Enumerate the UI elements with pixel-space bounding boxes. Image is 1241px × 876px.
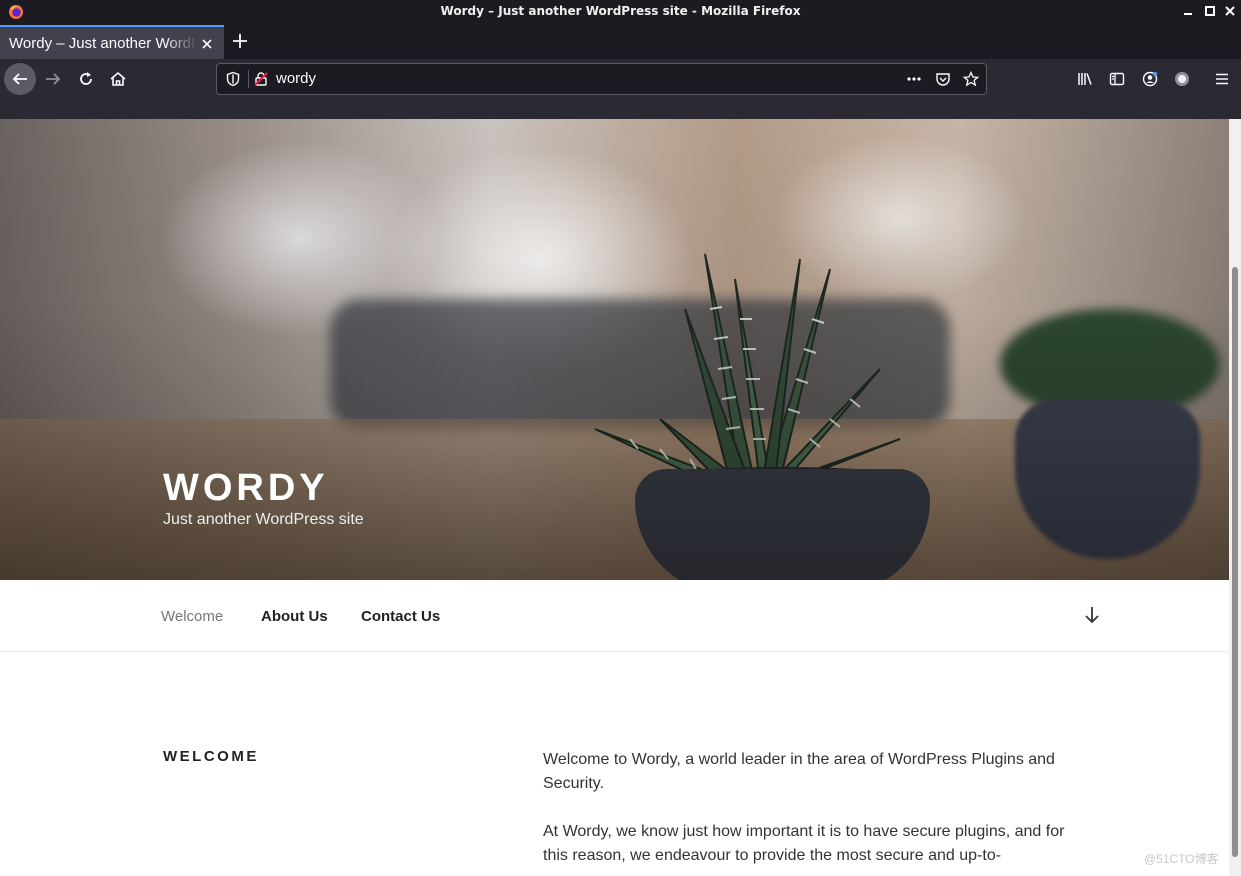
page-scrollbar[interactable] bbox=[1229, 119, 1241, 876]
back-button[interactable] bbox=[4, 63, 36, 95]
url-text[interactable]: wordy bbox=[276, 70, 316, 87]
sidebar-icon[interactable] bbox=[1109, 71, 1125, 87]
library-icon[interactable] bbox=[1077, 71, 1093, 87]
tab-label-fade bbox=[165, 29, 197, 57]
watermark: @51CTO博客 bbox=[1144, 852, 1219, 866]
pocket-icon[interactable] bbox=[935, 71, 951, 87]
maximize-icon[interactable] bbox=[1202, 3, 1218, 19]
menu-item-contact-us[interactable]: Contact Us bbox=[361, 608, 440, 625]
toolbar-bottom-area bbox=[0, 99, 1241, 119]
window-close-icon[interactable] bbox=[1222, 3, 1238, 19]
site-title[interactable]: WORDY bbox=[163, 467, 329, 510]
menu-item-about-us[interactable]: About Us bbox=[261, 608, 328, 625]
arrow-down-icon[interactable] bbox=[1083, 605, 1101, 625]
content-paragraph: At Wordy, we know just how important it … bbox=[543, 823, 1065, 864]
tracking-protection-shield-icon[interactable] bbox=[225, 71, 241, 87]
hamburger-menu-icon[interactable] bbox=[1214, 71, 1230, 87]
forward-button[interactable] bbox=[37, 63, 69, 95]
address-bar[interactable]: wordy bbox=[216, 63, 987, 95]
home-button[interactable] bbox=[102, 63, 134, 95]
content-paragraph: Welcome to Wordy, a world leader in the … bbox=[543, 751, 1055, 792]
header-hero-image: WORDY Just another WordPress site bbox=[0, 119, 1229, 580]
scrollbar-thumb[interactable] bbox=[1232, 267, 1238, 857]
new-tab-icon[interactable] bbox=[231, 32, 249, 50]
account-icon[interactable] bbox=[1142, 71, 1158, 87]
arrow-right-icon bbox=[46, 73, 61, 85]
close-tab-icon[interactable] bbox=[199, 36, 215, 52]
window-title: Wordy – Just another WordPress site - Mo… bbox=[440, 4, 801, 18]
page-content: WELCOME Welcome to Wordy, a world leader… bbox=[0, 652, 1229, 876]
site-navigation: Welcome About Us Contact Us bbox=[0, 580, 1229, 652]
bookmark-star-icon[interactable] bbox=[963, 71, 979, 87]
home-icon bbox=[110, 71, 126, 86]
arrow-left-icon bbox=[12, 73, 27, 85]
tab-wordy[interactable]: Wordy – Just another WordPress site bbox=[0, 25, 224, 59]
urlbar-separator bbox=[248, 70, 249, 88]
extension-icon[interactable] bbox=[1174, 71, 1190, 87]
navigation-toolbar: wordy bbox=[0, 59, 1241, 99]
page-actions-ellipsis-icon[interactable] bbox=[906, 71, 922, 87]
minimize-icon[interactable] bbox=[1180, 3, 1196, 19]
site-description: Just another WordPress site bbox=[163, 511, 364, 528]
page-viewport: WORDY Just another WordPress site Welcom… bbox=[0, 119, 1229, 876]
reload-icon bbox=[80, 72, 92, 85]
menu-item-welcome[interactable]: Welcome bbox=[161, 608, 223, 625]
reload-button[interactable] bbox=[70, 63, 102, 95]
page-title: WELCOME bbox=[163, 748, 259, 765]
tab-strip: Wordy – Just another WordPress site bbox=[0, 24, 1241, 59]
window-titlebar: Wordy – Just another WordPress site - Mo… bbox=[0, 0, 1241, 24]
insecure-lock-icon[interactable] bbox=[253, 71, 269, 87]
